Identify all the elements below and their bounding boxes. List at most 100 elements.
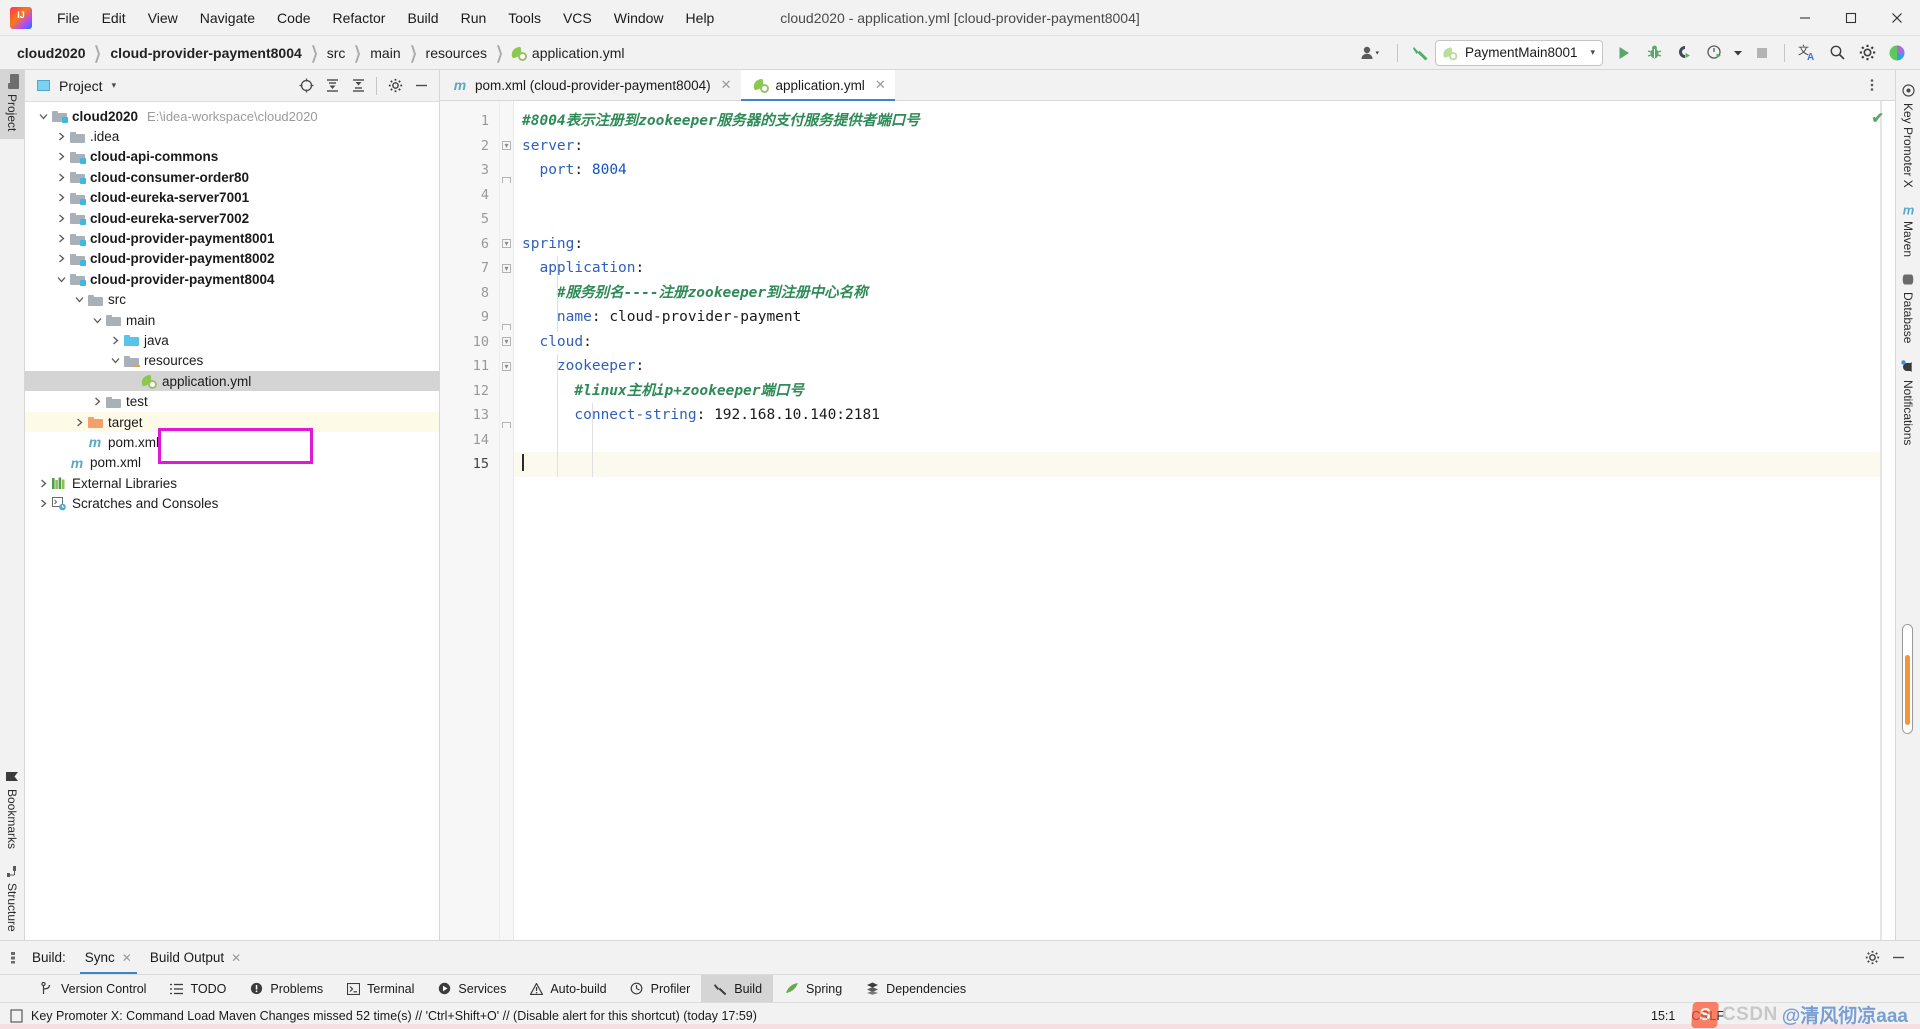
chevron-right-icon[interactable]: [107, 336, 123, 345]
sidebar-item-structure[interactable]: Structure: [0, 857, 24, 940]
chevron-right-icon[interactable]: [35, 499, 51, 508]
ide-updates-icon[interactable]: [1882, 39, 1912, 67]
breadcrumb-item-resources[interactable]: resources: [423, 43, 490, 63]
breadcrumb-item-main[interactable]: main: [367, 43, 403, 63]
code-line[interactable]: #linux主机ip+zookeeper端口号: [514, 379, 1881, 404]
tab-pom-xml[interactable]: m pom.xml (cloud-provider-payment8004) ✕: [440, 70, 741, 100]
sidebar-item-bookmarks[interactable]: Bookmarks: [0, 762, 24, 857]
breadcrumb-item-file[interactable]: application.yml: [529, 43, 628, 63]
stop-icon[interactable]: [1747, 39, 1777, 67]
breadcrumb-item-module[interactable]: cloud-provider-payment8004: [107, 43, 304, 63]
code-line[interactable]: port: 8004: [514, 158, 1881, 183]
menu-navigate[interactable]: Navigate: [189, 6, 266, 30]
run-with-coverage-icon[interactable]: [1669, 39, 1699, 67]
menu-build[interactable]: Build: [396, 6, 449, 30]
chevron-down-icon[interactable]: [1729, 39, 1747, 67]
minimize-button[interactable]: [1782, 0, 1828, 36]
hide-panel-icon[interactable]: [409, 74, 433, 98]
bottom-tool-build[interactable]: Build: [701, 975, 774, 1002]
build-tab-build-output[interactable]: Build Output ✕: [141, 941, 250, 974]
tab-application-yml[interactable]: application.yml ✕: [740, 70, 895, 101]
run-configuration-selector[interactable]: PaymentMain8001 ▾: [1435, 39, 1603, 66]
project-tree[interactable]: cloud2020 E:\idea-workspace\cloud2020 .ide…: [25, 102, 439, 940]
menu-run[interactable]: Run: [450, 6, 498, 30]
code-line[interactable]: connect-string: 192.168.10.140:2181: [514, 403, 1881, 428]
menu-vcs[interactable]: VCS: [552, 6, 603, 30]
chevron-down-icon[interactable]: [89, 316, 105, 325]
tree-node-cloud2020[interactable]: cloud2020 E:\idea-workspace\cloud2020: [25, 106, 439, 126]
tab-close-icon[interactable]: ✕: [122, 951, 132, 965]
status-message[interactable]: Key Promoter X: Command Load Maven Chang…: [8, 1008, 757, 1024]
bottom-tool-spring[interactable]: Spring: [773, 975, 853, 1002]
gear-icon[interactable]: [1860, 946, 1884, 970]
hide-panel-icon[interactable]: [1886, 946, 1910, 970]
code-line[interactable]: #服务别名----注册zookeeper到注册中心名称: [514, 281, 1881, 306]
select-opened-file-icon[interactable]: [294, 74, 318, 98]
fold-collapse-icon[interactable]: ▾: [500, 256, 513, 281]
breadcrumb-item-src[interactable]: src: [324, 43, 349, 63]
menu-view[interactable]: View: [137, 6, 189, 30]
menu-help[interactable]: Help: [675, 6, 726, 30]
chevron-down-icon[interactable]: [35, 112, 51, 121]
tree-node-test[interactable]: test: [25, 391, 439, 411]
fold-collapse-icon[interactable]: ▾: [500, 354, 513, 379]
code-line[interactable]: [514, 428, 1881, 453]
debug-bug-icon[interactable]: [1639, 39, 1669, 67]
menu-window[interactable]: Window: [603, 6, 675, 30]
sidebar-item-key-promoter[interactable]: Key Promoter X: [1897, 76, 1919, 196]
menu-code[interactable]: Code: [266, 6, 321, 30]
tab-close-icon[interactable]: ✕: [721, 77, 732, 93]
sidebar-item-maven[interactable]: m Maven: [1897, 196, 1920, 266]
collapse-all-icon[interactable]: [346, 74, 370, 98]
chevron-down-icon[interactable]: [71, 295, 87, 304]
sidebar-item-notifications[interactable]: Notifications: [1897, 352, 1919, 453]
tree-node-cloud-provider-payment8002[interactable]: cloud-provider-payment8002: [25, 249, 439, 269]
chevron-right-icon[interactable]: [53, 132, 69, 141]
chevron-down-icon[interactable]: [53, 275, 69, 284]
inspection-status-icon[interactable]: ✔: [1871, 109, 1884, 127]
editor-scrollbar-thumb[interactable]: [1902, 624, 1913, 734]
menu-refactor[interactable]: Refactor: [322, 6, 397, 30]
chevron-right-icon[interactable]: [35, 479, 51, 488]
code-line[interactable]: name: cloud-provider-payment: [514, 305, 1881, 330]
menu-tools[interactable]: Tools: [497, 6, 552, 30]
user-avatar-icon[interactable]: [1352, 39, 1390, 67]
line-separator[interactable]: CRLF: [1691, 1009, 1724, 1023]
tree-node-pom-xml[interactable]: m pom.xml: [25, 453, 439, 473]
code-editor[interactable]: 1 2 3 4 5 6 7 8 9 10 11 12 13 14 15 ▾ ▾ ▾ ▾ ▾ #8004表示注册到zo…: [440, 101, 1895, 940]
chevron-right-icon[interactable]: [53, 254, 69, 263]
tree-node-cloud-eureka-server7001[interactable]: cloud-eureka-server7001: [25, 188, 439, 208]
error-stripe-markers[interactable]: ✔: [1871, 101, 1895, 940]
tree-node-cloud-provider-payment8004[interactable]: cloud-provider-payment8004: [25, 269, 439, 289]
bottom-tool-services[interactable]: Services: [425, 975, 517, 1002]
tree-node-main[interactable]: main: [25, 310, 439, 330]
build-hammer-icon[interactable]: [1405, 39, 1435, 67]
tree-node-resources[interactable]: resources: [25, 351, 439, 371]
chevron-right-icon[interactable]: [89, 397, 105, 406]
sidebar-item-database[interactable]: Database: [1897, 265, 1919, 351]
sidebar-item-project[interactable]: Project: [0, 70, 24, 140]
chevron-down-icon[interactable]: [107, 356, 123, 365]
code-line[interactable]: application:: [514, 256, 1881, 281]
tab-close-icon[interactable]: ✕: [231, 951, 241, 965]
fold-end-icon[interactable]: [500, 158, 513, 183]
run-icon[interactable]: [1609, 39, 1639, 67]
tree-node-external-libraries[interactable]: External Libraries: [25, 473, 439, 493]
tab-close-icon[interactable]: ✕: [875, 77, 886, 93]
build-tab-sync[interactable]: Sync ✕: [76, 941, 141, 974]
tree-node-cloud-provider-payment8001[interactable]: cloud-provider-payment8001: [25, 228, 439, 248]
gear-icon[interactable]: [383, 74, 407, 98]
code-line[interactable]: [514, 183, 1881, 208]
chevron-right-icon[interactable]: [53, 193, 69, 202]
menu-file[interactable]: File: [46, 6, 91, 30]
code-line[interactable]: zookeeper:: [514, 354, 1881, 379]
tree-node-cloud-eureka-server7002[interactable]: cloud-eureka-server7002: [25, 208, 439, 228]
code-folding-gutter[interactable]: ▾ ▾ ▾ ▾ ▾: [500, 101, 514, 940]
gear-icon[interactable]: [1852, 39, 1882, 67]
bottom-tool-problems[interactable]: Problems: [237, 975, 334, 1002]
code-line[interactable]: server:: [514, 134, 1881, 159]
tree-node-cloud-api-commons[interactable]: cloud-api-commons: [25, 147, 439, 167]
code-line[interactable]: #8004表示注册到zookeeper服务器的支付服务提供者端口号: [514, 109, 1881, 134]
tree-node-cloud-consumer-order80[interactable]: cloud-consumer-order80: [25, 167, 439, 187]
code-line[interactable]: spring:: [514, 232, 1881, 257]
